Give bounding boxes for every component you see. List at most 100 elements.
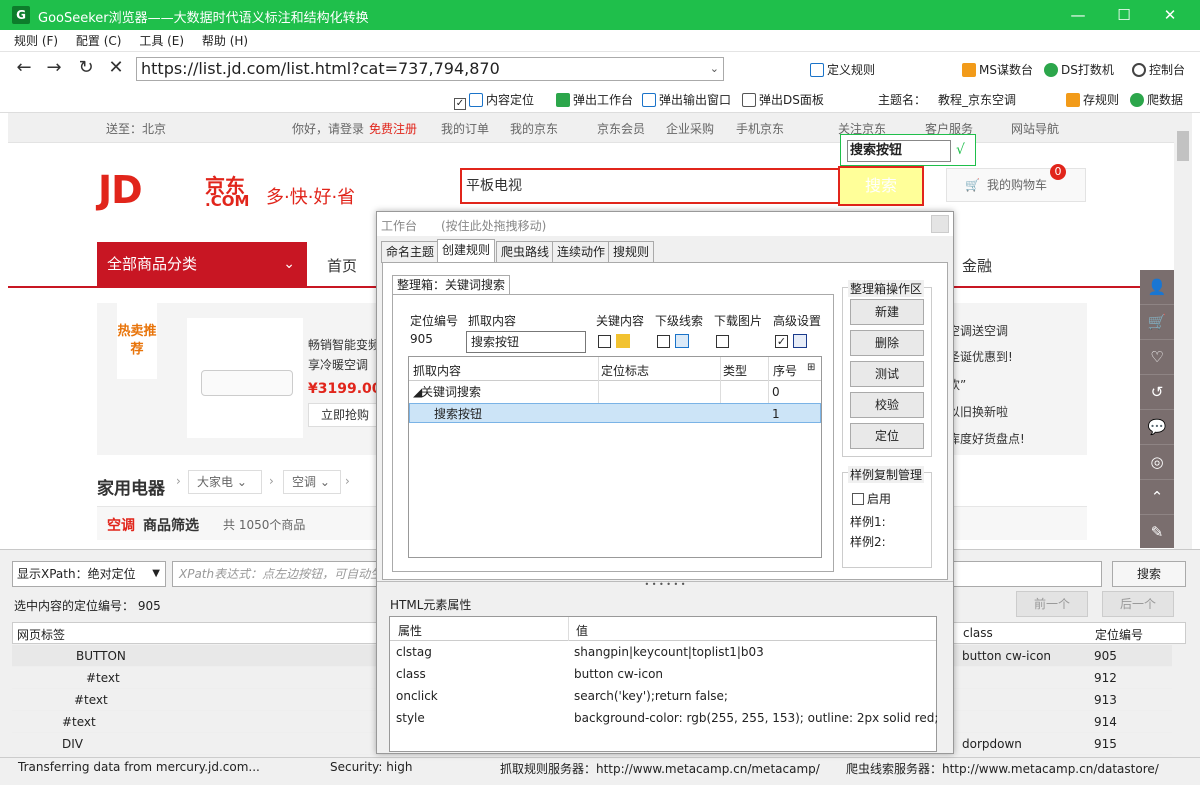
close-button[interactable]: ✕	[1150, 4, 1190, 26]
define-rule-button[interactable]: 定义规则	[810, 62, 875, 78]
enable-toggle[interactable]: 启用	[852, 490, 891, 507]
jd-mobile-link[interactable]: 手机京东	[736, 120, 784, 137]
jd-category-menu[interactable]: 全部商品分类 ⌄	[97, 242, 307, 286]
jd-search-button[interactable]: 搜索	[838, 166, 924, 206]
tab-continuous-actions[interactable]: 连续动作	[552, 241, 611, 263]
air-conditioner-image[interactable]	[187, 318, 303, 438]
jd-member-link[interactable]: 京东会员	[597, 120, 645, 137]
console-button[interactable]: 控制台	[1132, 62, 1185, 78]
jd-nav-finance[interactable]: 金融	[962, 255, 992, 276]
enable-checkbox[interactable]	[852, 493, 864, 505]
html-attr-row[interactable]: class	[396, 663, 426, 685]
user-icon[interactable]: 👤	[1140, 270, 1174, 305]
grid-col-seq[interactable]: 序号	[773, 362, 797, 379]
reload-icon[interactable]: ↻	[74, 57, 98, 79]
stop-icon[interactable]: ✕	[104, 57, 128, 79]
html-attr-row[interactable]: clstag	[396, 641, 432, 663]
jd-enterprise-link[interactable]: 企业采购	[666, 120, 714, 137]
tab-create-rule[interactable]: 创建规则	[437, 239, 496, 263]
jd-login-link[interactable]: 你好，请登录	[292, 120, 364, 137]
back-arrow-icon[interactable]: ←	[12, 57, 36, 79]
minimize-button[interactable]: —	[1058, 4, 1098, 26]
forward-arrow-icon[interactable]: →	[42, 57, 66, 79]
save-rule-button[interactable]: 存规则	[1066, 92, 1119, 108]
crawl-button[interactable]: 爬数据	[1130, 92, 1183, 108]
key-settings-icon[interactable]	[616, 334, 630, 348]
ds-button[interactable]: DS打数机	[1044, 62, 1114, 78]
promo-buy-button[interactable]: 立即抢购	[308, 403, 382, 427]
content-locate-toggle[interactable]: ✓ 内容定位	[454, 92, 534, 110]
jd-register-link[interactable]: 免费注册	[369, 120, 417, 137]
scrollbar-thumb[interactable]	[1177, 131, 1189, 161]
adv-settings-icon[interactable]	[793, 334, 807, 348]
ms-button[interactable]: MS谋数台	[962, 62, 1033, 78]
menu-config[interactable]: 配置 (C)	[76, 30, 122, 52]
html-attr-row[interactable]: style	[396, 707, 425, 729]
workbench-close-icon[interactable]	[931, 215, 949, 233]
xpath-search-button[interactable]: 搜索	[1112, 561, 1186, 587]
col-tag[interactable]: 网页标签	[17, 626, 65, 643]
jd-search-input[interactable]: 平板电视	[460, 168, 842, 204]
grid-col-mark[interactable]: 定位标志	[601, 362, 649, 379]
workbench-drag-handle[interactable]: 工作台 (按住此处拖拽移动)	[377, 212, 953, 236]
col-class[interactable]: class	[963, 626, 993, 640]
html-col-attr[interactable]: 属性	[398, 622, 422, 639]
sub-checkbox[interactable]	[657, 335, 670, 348]
grid-col-grab[interactable]: 抓取内容	[413, 362, 461, 379]
popup-output-button[interactable]: 弹出输出窗口	[642, 92, 731, 108]
heart-icon[interactable]: ♡	[1140, 340, 1174, 375]
new-button[interactable]: 新建	[850, 299, 924, 325]
img-checkbox[interactable]	[716, 335, 729, 348]
back-to-top-icon[interactable]: ⌃	[1140, 480, 1174, 515]
xpath-input-tail[interactable]	[948, 561, 1102, 587]
tab-search-rules[interactable]: 搜规则	[608, 241, 655, 263]
url-input[interactable]: https://list.jd.com/list.html?cat=737,79…	[136, 57, 724, 81]
confirm-check-icon[interactable]: √	[956, 142, 965, 158]
xpath-input[interactable]: XPath表达式：点左边按钮，可自动生	[172, 561, 382, 587]
html-col-value[interactable]: 值	[576, 622, 588, 639]
tab-name-theme[interactable]: 命名主题	[381, 241, 440, 263]
breadcrumb-aircon[interactable]: 空调 ⌄	[283, 470, 341, 494]
prev-button[interactable]: 前一个	[1016, 591, 1088, 617]
right-promo-5[interactable]: 库度好货盘点!	[948, 430, 1025, 447]
checkbox-checked-icon[interactable]: ✓	[454, 98, 466, 110]
verify-button[interactable]: 校验	[850, 392, 924, 418]
tooltip-name-input[interactable]: 搜索按钮	[847, 140, 951, 162]
feedback-icon[interactable]: ✎	[1140, 515, 1174, 550]
breadcrumb-appliance[interactable]: 家用电器	[97, 474, 165, 499]
jd-orders-link[interactable]: 我的订单	[441, 120, 489, 137]
jd-sitenav-link[interactable]: 网站导航	[1011, 120, 1059, 137]
locate-button[interactable]: 定位	[850, 423, 924, 449]
column-picker-icon[interactable]: ⊞	[807, 362, 815, 373]
grab-content-input[interactable]: 搜索按钮	[466, 331, 586, 353]
popup-ds-button[interactable]: 弹出DS面板	[742, 92, 824, 108]
promo-title[interactable]: 畅销智能变频	[308, 336, 380, 353]
key-checkbox[interactable]	[598, 335, 611, 348]
html-attr-row[interactable]: onclick	[396, 685, 438, 707]
col-locator[interactable]: 定位编号	[1095, 626, 1143, 643]
right-promo-4[interactable]: 以旧换新啦	[948, 403, 1008, 420]
page-scrollbar[interactable]	[1174, 113, 1192, 549]
xpath-mode-select[interactable]: 显示XPath：绝对定位 ▼	[12, 561, 166, 587]
grid-row[interactable]: ◢ 关键词搜索 0	[409, 381, 821, 403]
adv-checkbox[interactable]: ✓	[775, 335, 788, 348]
grid-row-selected[interactable]: 搜索按钮 1	[409, 403, 821, 423]
menu-tools[interactable]: 工具 (E)	[139, 30, 184, 52]
test-button[interactable]: 测试	[850, 361, 924, 387]
menu-rules[interactable]: 规则 (F)	[14, 30, 58, 52]
next-button[interactable]: 后一个	[1102, 591, 1174, 617]
tab-crawler-route[interactable]: 爬虫路线	[496, 241, 555, 263]
popup-workbench-button[interactable]: 弹出工作台	[556, 92, 633, 108]
magnifier-icon[interactable]	[675, 334, 689, 348]
menu-help[interactable]: 帮助 (H)	[202, 30, 248, 52]
grid-col-type[interactable]: 类型	[723, 362, 747, 379]
breadcrumb-major-appliance[interactable]: 大家电 ⌄	[188, 470, 262, 494]
cart-icon[interactable]: 🛒	[1140, 305, 1174, 340]
splitter-handle[interactable]: • • • • • •	[377, 581, 953, 589]
jd-ship-to[interactable]: 送至：北京	[106, 120, 166, 137]
jd-nav-home[interactable]: 首页	[327, 255, 357, 276]
chevron-down-icon[interactable]: ⌄	[710, 58, 719, 80]
message-icon[interactable]: 💬	[1140, 410, 1174, 445]
history-icon[interactable]: ↺	[1140, 375, 1174, 410]
jd-logo[interactable]: JD	[98, 168, 143, 212]
